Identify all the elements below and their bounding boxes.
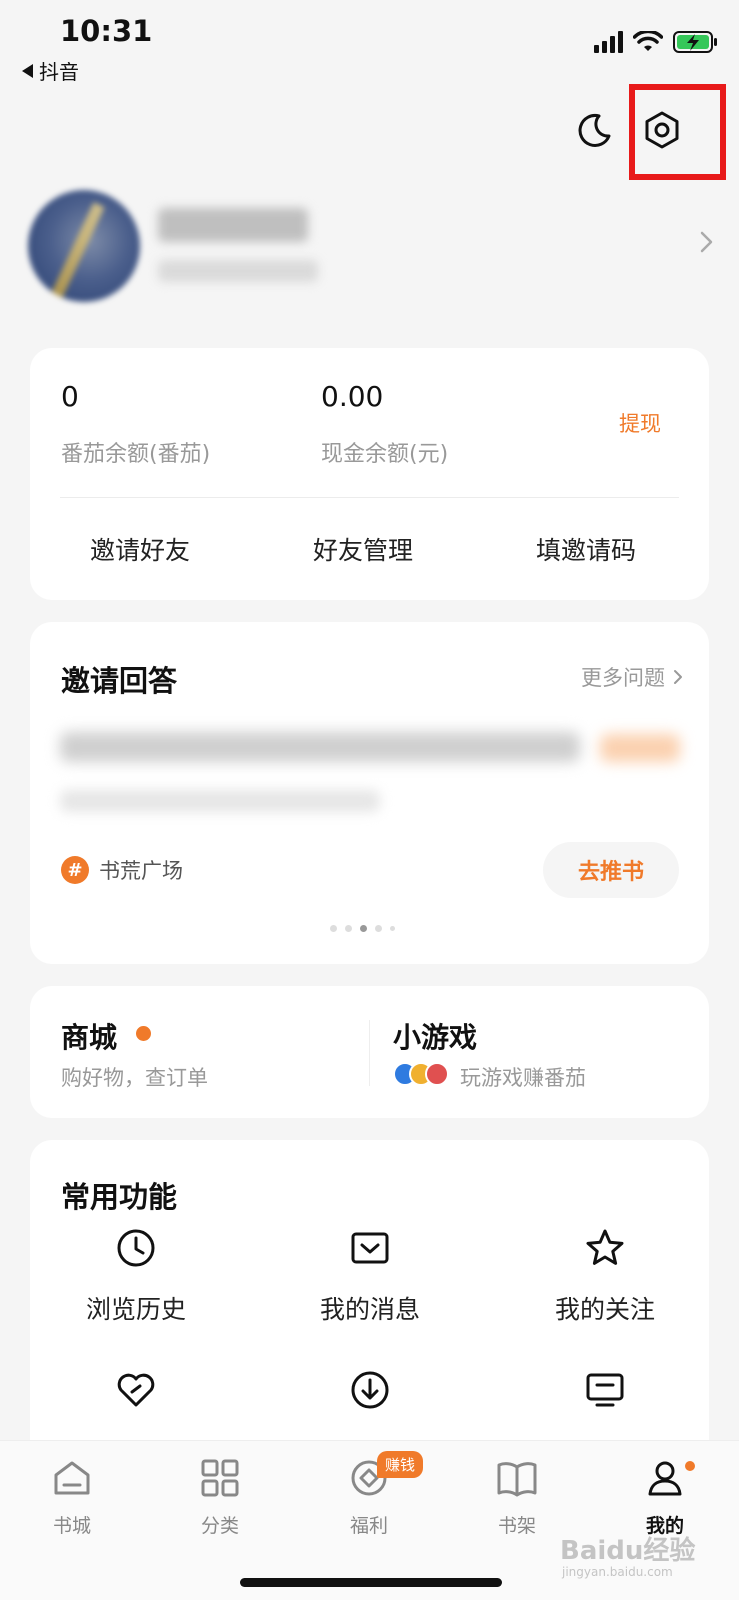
settings-highlight-box [629, 84, 726, 180]
mini-games-subtitle: 玩游戏赚番茄 [460, 1066, 586, 1090]
heart-icon [117, 1373, 155, 1407]
favorites-button[interactable] [36, 1370, 236, 1410]
home-icon [54, 1461, 90, 1495]
back-arrow-icon [22, 63, 33, 78]
wifi-icon [633, 31, 663, 51]
common-functions-title: 常用功能 [61, 1180, 178, 1214]
wallet-card: 0 番茄余额(番茄) 0.00 现金余额(元) 提现 邀请好友 好友管理 填邀请… [30, 348, 709, 600]
my-messages-label: 我的消息 [319, 1295, 420, 1324]
watermark: Baidu经验 [560, 1536, 696, 1566]
profile-subtitle-blurred [158, 260, 318, 282]
shop-divider [369, 1020, 370, 1086]
watermark-sub: jingyan.baidu.com [562, 1565, 673, 1579]
person-icon [648, 1461, 682, 1496]
chevron-right-icon[interactable] [694, 230, 718, 254]
more-questions-label: 更多问题 [581, 666, 665, 690]
my-messages-button[interactable]: 我的消息 [270, 1228, 470, 1326]
earn-money-badge: 赚钱 [377, 1451, 424, 1478]
hashtag-icon: # [61, 856, 89, 884]
browse-history-button[interactable]: 浏览历史 [36, 1228, 236, 1326]
withdraw-button[interactable]: 提现 [619, 408, 661, 438]
cash-balance-label: 现金余额(元) [321, 442, 449, 467]
mall-subtitle: 购好物，查订单 [61, 1066, 208, 1090]
back-to-app-button[interactable]: 抖音 [22, 56, 79, 85]
night-mode-moon-icon[interactable] [572, 108, 616, 152]
profile-header[interactable] [28, 190, 718, 310]
book-square-label: 书荒广场 [99, 859, 183, 883]
tab-category-label: 分类 [200, 1515, 239, 1537]
book-square-tag[interactable]: # 书荒广场 [61, 855, 183, 885]
tab-bookshelf-label: 书架 [497, 1515, 536, 1537]
tab-me[interactable]: 我的 [615, 1459, 715, 1538]
invite-friends-button[interactable]: 邀请好友 [90, 531, 190, 567]
my-follows-button[interactable]: 我的关注 [505, 1228, 705, 1326]
tab-bookshelf[interactable]: 书架 [467, 1459, 567, 1538]
carousel-dots [330, 925, 395, 932]
game-thumbnails-icon [393, 1062, 449, 1086]
cellular-signal-icon [594, 31, 623, 53]
book-icon [497, 1462, 537, 1497]
browse-history-label: 浏览历史 [85, 1295, 186, 1324]
profile-name-blurred [158, 208, 308, 242]
manage-friends-button[interactable]: 好友管理 [313, 531, 413, 567]
back-app-label: 抖音 [39, 60, 79, 84]
battery-charging-icon [673, 31, 717, 53]
shop-games-card: 商城 购好物，查订单 小游戏 玩游戏赚番茄 [30, 986, 709, 1118]
tab-category[interactable]: 分类 [170, 1459, 270, 1538]
mall-title: 商城 [61, 1021, 118, 1054]
recommend-book-button[interactable]: 去推书 [543, 842, 679, 898]
question-text-blurred[interactable] [60, 732, 580, 762]
tab-welfare[interactable]: 赚钱 福利 [319, 1451, 424, 1538]
question-meta-blurred [60, 790, 380, 812]
tomato-balance-label: 番茄余额(番茄) [61, 442, 211, 467]
tab-bookstore[interactable]: 书城 [22, 1459, 122, 1538]
grid-icon [201, 1459, 239, 1497]
tomato-balance-value[interactable]: 0 [61, 380, 79, 413]
enter-invite-code-button[interactable]: 填邀请码 [536, 531, 636, 567]
message-box-icon [351, 1232, 389, 1264]
cash-balance-value[interactable]: 0.00 [321, 380, 383, 413]
question-badge-blurred [600, 734, 680, 762]
status-icons [594, 30, 719, 54]
more-questions-link[interactable]: 更多问题 [581, 662, 685, 692]
avatar[interactable] [28, 190, 140, 302]
home-indicator [240, 1578, 502, 1587]
downloads-button[interactable] [270, 1370, 470, 1410]
status-time: 10:31 [60, 14, 153, 48]
tab-bookstore-label: 书城 [52, 1515, 91, 1537]
me-notification-dot [683, 1459, 697, 1473]
download-icon [351, 1371, 389, 1409]
star-icon [586, 1229, 624, 1265]
screen-button[interactable] [505, 1370, 705, 1410]
tab-welfare-label: 福利 [349, 1515, 388, 1537]
invite-answer-title: 邀请回答 [61, 664, 178, 698]
my-follows-label: 我的关注 [554, 1295, 655, 1324]
monitor-icon [586, 1373, 624, 1407]
mini-games-title: 小游戏 [393, 1021, 478, 1054]
chevron-right-icon [674, 670, 682, 684]
clock-icon [117, 1229, 155, 1267]
invite-answer-card: 邀请回答 更多问题 # 书荒广场 去推书 [30, 622, 709, 964]
wallet-divider [60, 497, 679, 498]
mall-notification-dot [136, 1026, 151, 1041]
status-bar: 10:31 抖音 [0, 0, 739, 90]
